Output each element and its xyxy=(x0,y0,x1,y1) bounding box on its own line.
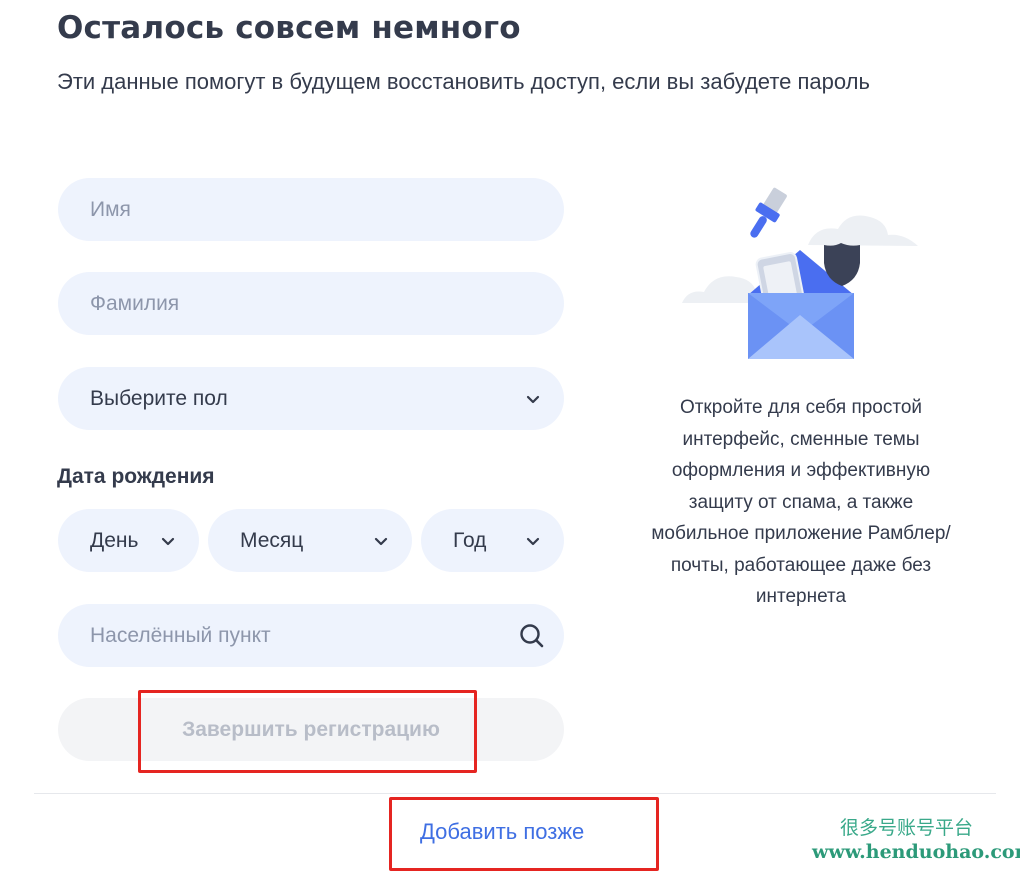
gender-select-value: Выберите пол xyxy=(90,386,228,410)
birth-year-select[interactable]: Год xyxy=(421,509,564,572)
chevron-down-icon xyxy=(374,537,388,545)
birth-day-value: День xyxy=(90,528,139,552)
city-field[interactable] xyxy=(58,604,564,667)
birth-date-label: Дата рождения xyxy=(57,465,215,488)
birth-month-value: Месяц xyxy=(240,528,304,552)
birth-year-value: Год xyxy=(453,528,487,552)
first-name-field[interactable] xyxy=(58,178,564,241)
footer-divider xyxy=(34,793,996,794)
chevron-down-icon xyxy=(526,395,540,403)
page-subtitle: Эти данные помогут в будущем восстановит… xyxy=(57,69,870,94)
first-name-input[interactable] xyxy=(58,178,564,241)
promo-text: Откройте для себя простой интерфейс, сме… xyxy=(651,397,951,607)
highlight-box xyxy=(138,690,477,773)
gender-select[interactable]: Выберите пол xyxy=(58,367,564,430)
chevron-down-icon xyxy=(161,537,175,545)
highlight-box xyxy=(389,797,659,871)
watermark-url: www.henduohao.com xyxy=(812,841,1020,863)
search-icon[interactable] xyxy=(518,622,546,650)
page-title: Осталось совсем немного xyxy=(57,10,521,46)
chevron-down-icon xyxy=(526,537,540,545)
last-name-input[interactable] xyxy=(58,272,564,335)
last-name-field[interactable] xyxy=(58,272,564,335)
city-input[interactable] xyxy=(58,604,518,667)
watermark-title: 很多号账号平台 xyxy=(840,817,974,839)
birth-month-select[interactable]: Месяц xyxy=(208,509,412,572)
birth-day-select[interactable]: День xyxy=(58,509,199,572)
envelope-illustration xyxy=(682,187,918,359)
